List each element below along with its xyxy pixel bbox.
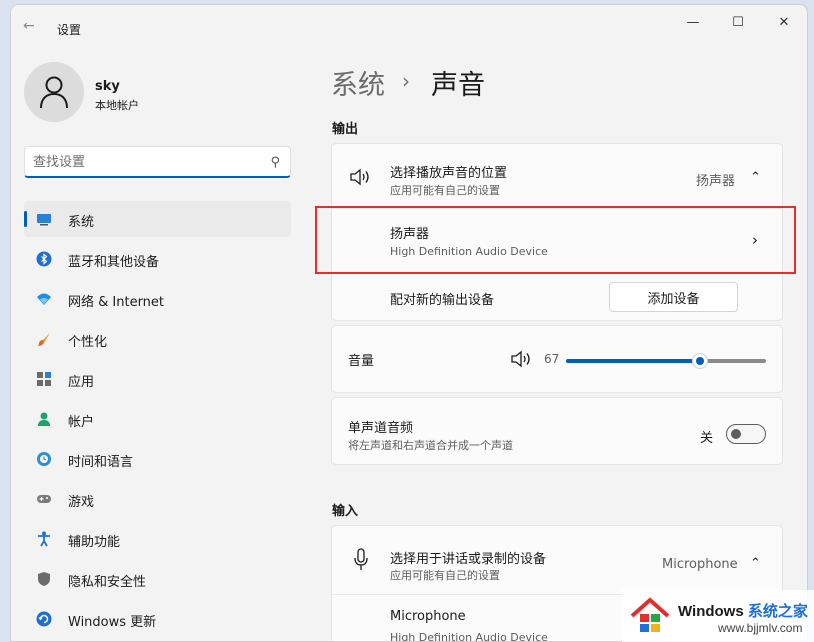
output-choose-subtitle: 应用可能有自己的设置 [390,184,500,197]
avatar[interactable] [24,62,84,122]
volume-slider-thumb[interactable] [692,353,708,369]
sidebar-item-label: 时间和语言 [68,455,134,470]
sidebar-item-label: 游戏 [68,495,95,510]
microphone-icon [354,548,368,570]
wifi-icon [37,293,51,305]
account-icon [38,412,50,426]
highlight-box [315,206,796,274]
mono-audio-title: 单声道音频 [348,421,414,436]
house-logo-icon [630,597,670,632]
gamepad-icon [37,495,51,503]
pair-output-label: 配对新的输出设备 [390,293,495,308]
volume-slider-fill [566,359,700,363]
sidebar-item-label: 辅助功能 [68,535,121,550]
input-choose-subtitle: 应用可能有自己的设置 [390,569,500,582]
input-device-name: Microphone [390,609,466,624]
sidebar-item-windows-update[interactable]: Windows 更新 [24,601,291,637]
sidebar-item-apps[interactable]: 应用 [24,361,291,397]
sidebar-item-bluetooth[interactable]: 蓝牙和其他设备 [24,241,291,277]
watermark-title-main: Windows [678,603,744,620]
volume-speaker-icon[interactable] [510,350,532,368]
input-choose-row[interactable]: 选择用于讲话或录制的设备 应用可能有自己的设置 Microphone ⌃ [332,526,782,594]
watermark-title: Windows 系统之家 [678,600,808,621]
volume-card: 音量 67 [331,325,783,393]
chevron-up-icon[interactable]: ⌃ [750,556,761,571]
volume-value: 67 [544,352,560,366]
output-choose-title: 选择播放声音的位置 [390,166,508,181]
volume-slider[interactable] [566,353,766,369]
mono-audio-subtitle: 将左声道和右声道合并成一个声道 [348,439,513,452]
toggle-knob [731,429,741,439]
active-indicator [24,211,27,227]
mono-audio-card: 单声道音频 将左声道和右声道合并成一个声道 关 [331,397,783,465]
input-selected-device: Microphone [662,557,738,572]
search-icon[interactable]: ⚲ [270,155,280,170]
sidebar-item-label: 系统 [68,215,95,230]
input-choose-title: 选择用于讲话或录制的设备 [390,552,547,567]
profile-account-type: 本地帐户 [95,99,139,112]
system-monitor-icon [37,214,51,226]
breadcrumb-parent[interactable]: 系统 [331,63,385,102]
mono-audio-state: 关 [700,431,714,446]
app-title: 设置 [57,23,82,37]
accessibility-icon [38,531,50,547]
add-device-button[interactable]: 添加设备 [609,282,738,312]
title-bar: ← 设置 — ☐ ✕ [11,5,807,45]
sidebar-item-accessibility[interactable]: 辅助功能 [24,521,291,557]
windows-update-icon [36,611,52,627]
watermark: Windows 系统之家 www.bjjmlv.com [622,590,814,642]
sidebar-item-accounts[interactable]: 帐户 [24,401,291,437]
sidebar-nav: 系统 蓝牙和其他设备 网络 & Internet 个性化 应用 帐户 时间和语言… [24,201,291,641]
apps-icon [37,372,51,386]
sidebar-item-privacy[interactable]: 隐私和安全性 [24,561,291,597]
clock-globe-icon [37,452,51,466]
output-section-title: 输出 [332,122,359,137]
volume-label: 音量 [348,354,375,369]
brush-icon [38,333,50,346]
sidebar-item-label: 网络 & Internet [68,295,165,310]
sidebar-item-time-language[interactable]: 时间和语言 [24,441,291,477]
settings-window: ← 设置 — ☐ ✕ sky 本地帐户 ⚲ 系统 [10,4,808,642]
breadcrumb-separator: › [402,69,410,93]
pair-output-row: 配对新的输出设备 添加设备 [332,274,782,320]
watermark-url: www.bjjmlv.com [718,621,803,635]
output-choose-row[interactable]: 选择播放声音的位置 应用可能有自己的设置 扬声器 ⌃ [332,144,782,208]
shield-icon [38,572,50,586]
search-box[interactable]: ⚲ [24,146,291,178]
back-arrow-icon[interactable]: ← [23,18,35,34]
sidebar-item-label: 应用 [68,375,95,390]
input-device-description: High Definition Audio Device [390,631,548,642]
speaker-icon [350,168,369,186]
user-icon [40,76,68,109]
bluetooth-icon [36,251,52,267]
input-section-title: 输入 [332,504,359,519]
minimize-icon[interactable]: — [681,13,705,33]
output-selected-device: 扬声器 [696,174,736,189]
profile-name: sky [95,79,120,94]
mono-audio-toggle[interactable] [726,424,766,444]
close-icon[interactable]: ✕ [772,13,796,33]
sidebar-item-label: 隐私和安全性 [68,575,147,590]
sidebar-item-system[interactable]: 系统 [24,201,291,237]
chevron-up-icon[interactable]: ⌃ [750,170,761,185]
sidebar-item-label: 蓝牙和其他设备 [68,255,160,270]
search-input[interactable] [33,153,253,171]
watermark-title-accent: 系统之家 [747,603,808,620]
sidebar-item-personalization[interactable]: 个性化 [24,321,291,357]
sidebar-item-gaming[interactable]: 游戏 [24,481,291,517]
page-title: 声音 [431,70,485,101]
sidebar-item-network[interactable]: 网络 & Internet [24,281,291,317]
sidebar-item-label: Windows 更新 [68,615,157,630]
maximize-icon[interactable]: ☐ [726,13,750,33]
sidebar-item-label: 帐户 [68,415,95,430]
sidebar-item-label: 个性化 [68,335,108,350]
